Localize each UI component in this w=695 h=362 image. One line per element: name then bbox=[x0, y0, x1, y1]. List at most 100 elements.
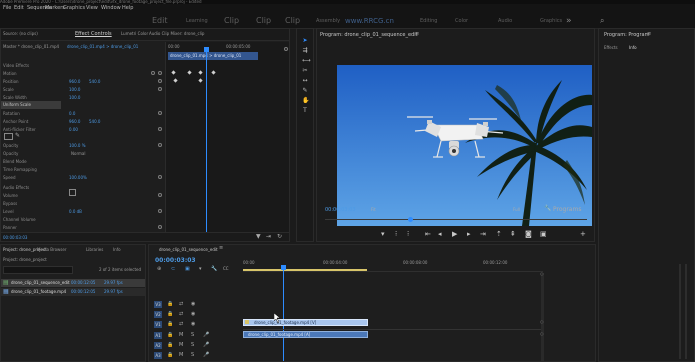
mic-icon[interactable]: 🎤 bbox=[203, 342, 209, 348]
anchor-y-value[interactable]: 540.0 bbox=[89, 119, 100, 124]
tab-info[interactable]: Info bbox=[629, 45, 637, 50]
tab-media-browser[interactable]: Media Browser bbox=[37, 247, 67, 252]
workspace-editing[interactable]: Editing bbox=[420, 18, 437, 24]
tab-info-project[interactable]: Info bbox=[113, 247, 121, 252]
anti-flicker-value[interactable]: 0.00 bbox=[69, 127, 78, 132]
clip-label[interactable]: drone_clip_01.mp4 > drone_clip_01 bbox=[67, 44, 138, 49]
keyframe-marker[interactable] bbox=[198, 78, 203, 83]
track-target-v1[interactable]: V1 bbox=[154, 321, 162, 328]
timeline-ruler[interactable]: 00:00 00:00:04:00 00:00:08:00 00:00:12:0… bbox=[243, 259, 543, 272]
marker-icon[interactable]: ▾ bbox=[381, 231, 385, 238]
hand-tool-icon[interactable]: ✋ bbox=[302, 98, 309, 104]
scroll-handle-mid[interactable]: ○ bbox=[540, 319, 544, 324]
add-icon[interactable]: + bbox=[580, 231, 586, 238]
list-item[interactable]: ▤ drone_clip_01_sequence_edit 00:00:12:0… bbox=[1, 279, 145, 287]
prop-uniform-scale[interactable]: Uniform Scale bbox=[3, 102, 31, 107]
workspace-clip-2[interactable]: Clip bbox=[256, 16, 271, 25]
reset-icon[interactable] bbox=[158, 127, 162, 131]
pen-tool-icon[interactable]: ✎ bbox=[302, 88, 308, 94]
eye-icon[interactable]: ◉ bbox=[191, 321, 195, 327]
search-icon[interactable]: ⌕ bbox=[600, 16, 604, 26]
razor-tool-icon[interactable]: ✂ bbox=[302, 68, 308, 74]
timeline-timecode[interactable]: 00:00:03:03 bbox=[155, 257, 196, 264]
marker-icon-timeline[interactable]: ▾ bbox=[199, 266, 202, 272]
tab-effect-controls[interactable]: Effect Controls bbox=[75, 31, 112, 37]
rotation-value[interactable]: 0.0 bbox=[69, 111, 75, 116]
tab-effects[interactable]: Effects bbox=[604, 45, 618, 50]
step-back-icon[interactable]: ◂ bbox=[438, 231, 442, 238]
lift-icon[interactable]: ⇡ bbox=[496, 231, 502, 238]
menu-markers[interactable]: Markers bbox=[45, 5, 65, 11]
reset-icon[interactable] bbox=[158, 71, 162, 75]
add-marker-icon[interactable]: ▣ bbox=[185, 266, 190, 272]
right-panel-menu-icon[interactable]: ≡ bbox=[647, 31, 651, 37]
menu-edit[interactable]: Edit bbox=[14, 5, 24, 11]
prop-channel-volume[interactable]: Channel Volume bbox=[3, 217, 36, 222]
blend-mode-value[interactable]: Normal bbox=[71, 151, 85, 156]
level-value[interactable]: 0.0 dB bbox=[69, 209, 82, 214]
export-icon[interactable]: ⇥ bbox=[266, 233, 271, 240]
snap-icon[interactable]: ⊕ bbox=[157, 266, 161, 272]
sync-icon[interactable]: ⇄ bbox=[179, 321, 183, 327]
reset-icon[interactable] bbox=[158, 193, 162, 197]
lock-icon[interactable]: 🔒 bbox=[167, 301, 173, 307]
program-scrub-bar[interactable] bbox=[325, 219, 587, 220]
ec-playhead-handle[interactable] bbox=[204, 47, 209, 52]
reset-icon[interactable] bbox=[284, 47, 288, 51]
track-target-a2[interactable]: A2 bbox=[154, 342, 162, 349]
play-icon[interactable]: ▶ bbox=[452, 231, 457, 238]
go-to-in-icon[interactable]: ⇤ bbox=[425, 231, 431, 238]
keyframe-timeline[interactable]: 00:00 00:00:05:00 drone_clip_01.mp4 > dr… bbox=[165, 42, 289, 241]
anchor-x-value[interactable]: 960.0 bbox=[69, 119, 80, 124]
video-clip[interactable]: drone_clip_01_footage.mp4 [V] bbox=[243, 319, 368, 326]
mute-icon[interactable]: M bbox=[179, 332, 183, 338]
tab-audio-mixer[interactable]: Audio Clip Mixer: drone_clip bbox=[149, 31, 204, 36]
project-search-input[interactable] bbox=[3, 266, 73, 274]
eye-icon[interactable]: ◉ bbox=[191, 301, 195, 307]
prop-time-remapping[interactable]: Time Remapping bbox=[3, 167, 37, 172]
reset-icon[interactable] bbox=[158, 111, 162, 115]
solo-icon[interactable]: S bbox=[191, 332, 194, 338]
program-timecode[interactable]: 00:00:03:03 bbox=[325, 207, 356, 213]
keyframe-toggle[interactable] bbox=[151, 71, 155, 75]
step-forward-icon[interactable]: ▸ bbox=[467, 231, 471, 238]
program-monitor-title[interactable]: Program: drone_clip_01_sequence_edit bbox=[320, 32, 418, 38]
mute-icon[interactable]: M bbox=[179, 352, 183, 358]
track-target-a1[interactable]: A1 bbox=[154, 332, 162, 339]
solo-icon[interactable]: S bbox=[191, 352, 194, 358]
program-menu-icon[interactable]: ≡ bbox=[415, 31, 419, 37]
workspace-edit[interactable]: Edit bbox=[152, 16, 168, 25]
scroll-handle-bottom[interactable]: ○ bbox=[540, 331, 544, 336]
scroll-handle-top[interactable]: ○ bbox=[540, 271, 544, 276]
ec-playhead[interactable] bbox=[206, 47, 207, 241]
tab-lumetri[interactable]: Lumetri Color bbox=[121, 31, 148, 36]
reset-icon[interactable] bbox=[158, 79, 162, 83]
mask-ellipse-icon[interactable] bbox=[4, 133, 13, 140]
timeline-vertical-scrollbar[interactable] bbox=[541, 273, 544, 361]
export-frame-icon[interactable]: ◙ bbox=[525, 231, 532, 238]
mute-icon[interactable]: M bbox=[179, 342, 183, 348]
timeline-playhead[interactable] bbox=[283, 265, 284, 361]
lock-icon[interactable]: 🔒 bbox=[167, 342, 173, 348]
keyframe-marker[interactable] bbox=[211, 70, 216, 75]
workspace-clip-3[interactable]: Clip bbox=[285, 16, 300, 25]
lock-icon[interactable]: 🔒 bbox=[167, 352, 173, 358]
eye-icon[interactable]: ◉ bbox=[191, 311, 195, 317]
scale-width-value[interactable]: 100.0 bbox=[69, 95, 80, 100]
out-point-icon[interactable]: ⁝ bbox=[407, 231, 409, 238]
track-target-v3[interactable]: V3 bbox=[154, 301, 162, 308]
reset-icon[interactable] bbox=[158, 209, 162, 213]
program-playhead[interactable] bbox=[408, 217, 413, 222]
captions-icon[interactable]: CC bbox=[223, 266, 229, 271]
clip-bar[interactable]: drone_clip_01.mp4 > drone_clip_01 bbox=[168, 52, 258, 60]
button-editor-icon[interactable]: ▣ bbox=[540, 231, 547, 238]
workspace-learning[interactable]: Learning bbox=[186, 18, 208, 24]
prop-volume[interactable]: Volume bbox=[3, 193, 18, 198]
timeline-playhead-handle[interactable] bbox=[281, 265, 286, 270]
prop-panner[interactable]: Panner bbox=[3, 225, 17, 230]
workspace-assembly[interactable]: Assembly bbox=[316, 18, 340, 24]
lock-icon[interactable]: 🔒 bbox=[167, 311, 173, 317]
loop-icon[interactable]: ↻ bbox=[277, 233, 282, 240]
mic-icon[interactable]: 🎤 bbox=[203, 352, 209, 358]
keyframe-marker[interactable] bbox=[173, 78, 178, 83]
